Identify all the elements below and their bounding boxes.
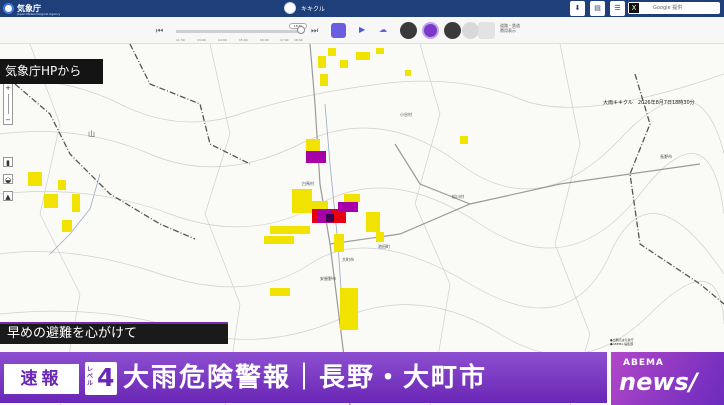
hazard-darkpurple-cell: [326, 214, 334, 222]
abema-news-logo: ABEMA news/: [611, 352, 724, 405]
jma-logo-icon: [3, 3, 14, 14]
headline-text: 大雨危険警報｜長野・大町市: [123, 363, 488, 393]
location-button[interactable]: ◒: [3, 174, 13, 184]
layer-button-3[interactable]: [444, 22, 461, 39]
place-label: 池田町: [378, 244, 390, 249]
hazard-yellow-cell: [318, 56, 326, 68]
hazard-yellow-cell: [334, 234, 344, 252]
hazard-yellow-cell: [366, 212, 380, 232]
time-slider-knob[interactable]: [297, 26, 305, 34]
hazard-yellow-cell: [270, 226, 310, 234]
hazard-yellow-cell: [340, 60, 348, 68]
download-button[interactable]: ⬇: [570, 1, 585, 16]
skip-back-icon[interactable]: ⏮: [156, 26, 163, 36]
pause-button[interactable]: [478, 22, 495, 39]
hazard-yellow-cell: [72, 194, 80, 212]
legend-note: 道路・鉄道 費用表示: [500, 23, 520, 33]
brand-line-1: ABEMA: [623, 358, 664, 368]
layer-button-1[interactable]: [400, 22, 417, 39]
map-mode-button[interactable]: ▮: [3, 157, 13, 167]
place-label: 松川村: [452, 194, 464, 199]
hazard-yellow-cell: [344, 194, 360, 202]
layer-button-2[interactable]: [422, 22, 439, 39]
hazard-cells: [28, 48, 468, 330]
print-icon: ▤: [594, 4, 601, 12]
zoom-out-icon[interactable]: −: [4, 114, 12, 126]
place-label: 山: [88, 130, 95, 138]
hazard-yellow-cell: [58, 180, 66, 190]
source-credit: 気象庁HPから: [0, 59, 103, 84]
hazard-yellow-cell: [28, 172, 42, 186]
location-icon: ◒: [4, 176, 12, 184]
search-input[interactable]: X Google 提供: [628, 2, 720, 14]
hazard-yellow-cell: [320, 74, 328, 86]
logo-subtext: Japan Meteorological Agency: [17, 12, 61, 16]
place-label: 長野市: [660, 154, 672, 159]
time-toolbar: ⏮ 11:30 13:00 14:00 15:00 16:00 17:00 18…: [0, 17, 724, 44]
hazard-yellow-cell: [62, 220, 72, 232]
map-icon: ▮: [6, 159, 10, 167]
place-label: 白馬村: [302, 181, 314, 186]
page-title: キキクル: [284, 2, 325, 14]
jma-logo[interactable]: 気象庁 Japan Meteorological Agency: [3, 2, 60, 16]
advice-caption: 早めの避難を心がけて: [0, 322, 228, 344]
hazard-yellow-cell: [328, 48, 336, 56]
hazard-purple-cell: [306, 151, 326, 163]
alert-level-badge: レベル 4: [85, 362, 117, 395]
time-tick: 11:30: [176, 38, 185, 42]
hazard-yellow-cell: [306, 139, 320, 151]
time-tick: 16:00: [260, 38, 269, 42]
hazard-yellow-cell: [376, 232, 384, 242]
menu-button[interactable]: ☰: [610, 1, 625, 16]
time-tick: 17:00: [280, 38, 289, 42]
map-area[interactable]: 白馬村 大町市 池田町 安曇野市 松川村 小谷村 長野市 山 + − ▮ ◒ ▲…: [0, 44, 724, 405]
time-tick: 15:00: [239, 38, 248, 42]
place-label: 大町市: [342, 257, 354, 262]
mountain-icon: ▲: [5, 193, 11, 201]
hazard-yellow-cell: [270, 288, 290, 296]
search-placeholder: Google 提供: [653, 5, 683, 11]
screen: 気象庁 Japan Meteorological Agency キキクル ⬇ ▤…: [0, 0, 724, 405]
hazard-yellow-cell: [405, 70, 411, 76]
zoom-slider[interactable]: [7, 94, 9, 114]
hazard-yellow-cell: [460, 136, 468, 144]
place-label: 小谷村: [400, 112, 412, 117]
zoom-control[interactable]: + −: [3, 81, 13, 125]
level-word: レベル: [87, 366, 94, 387]
time-tick: 13:00: [197, 38, 206, 42]
prefecture-borders: [14, 44, 724, 305]
download-icon: ⬇: [574, 4, 581, 12]
step-forward-icon[interactable]: ⏭: [311, 26, 318, 36]
breaking-badge: 速報: [4, 364, 79, 394]
page-title-text: キキクル: [301, 5, 325, 13]
x-share-icon[interactable]: X: [629, 3, 639, 13]
map-fineprint: ●出典元は気象庁 ●ABEMA 編集部: [610, 338, 634, 346]
hazard-purple-cell: [338, 202, 358, 212]
news-ticker: 速報 レベル 4 大雨危険警報｜長野・大町市: [0, 352, 607, 403]
brand-line-2: news/: [619, 368, 698, 396]
fineprint-line: ●ABEMA 編集部: [610, 342, 634, 346]
cloud-icon[interactable]: ☁: [379, 25, 387, 34]
level-number: 4: [97, 363, 115, 392]
map-timestamp: 大雨キキクル 2026年8月7日18時30分: [603, 100, 695, 106]
hazard-yellow-cell: [376, 48, 384, 54]
legend-line: 費用表示: [500, 28, 516, 33]
menu-icon: ☰: [614, 4, 621, 12]
hazard-yellow-cell: [264, 236, 294, 244]
time-slider-track[interactable]: [176, 30, 303, 33]
hazard-yellow-cell: [292, 189, 312, 201]
app-header: 気象庁 Japan Meteorological Agency キキクル ⬇ ▤…: [0, 0, 724, 17]
time-tick: 14:00: [218, 38, 227, 42]
time-tick: 18:00: [294, 38, 303, 42]
hazard-yellow-cell: [44, 194, 58, 208]
hazard-yellow-cell: [340, 288, 358, 330]
place-label: 安曇野市: [320, 276, 336, 281]
print-button[interactable]: ▤: [590, 1, 605, 16]
kikikuru-icon: [284, 2, 296, 14]
hazard-yellow-cell: [356, 52, 370, 60]
layer-button-4[interactable]: [462, 22, 479, 39]
refresh-button[interactable]: [331, 23, 346, 38]
terrain-button[interactable]: ▲: [3, 191, 13, 201]
play-icon[interactable]: ▶: [359, 25, 365, 34]
